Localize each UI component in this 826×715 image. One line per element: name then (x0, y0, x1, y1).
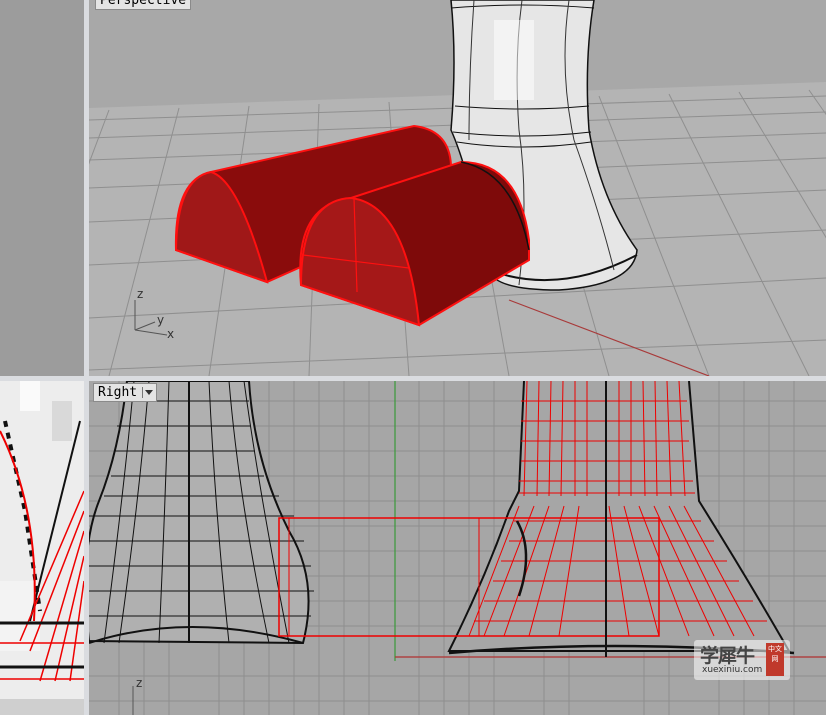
perspective-scene: z y x (89, 0, 826, 376)
bottom-left-scene (0, 381, 84, 715)
viewport-top-left[interactable] (0, 0, 84, 377)
black-wireframe-vase (89, 381, 314, 645)
right-axis-label-z: z (136, 676, 142, 690)
axis-label-z: z (137, 287, 143, 301)
viewport-perspective[interactable]: z y x Perspective (89, 0, 826, 376)
axis-label-x: x (167, 327, 174, 341)
watermark-brand: 学犀牛 (700, 645, 755, 667)
watermark-logo: 学犀牛 xuexiniu.com 中文网 (694, 640, 790, 680)
viewport-title-right-label: Right (98, 385, 138, 400)
red-wireframe-vase (278, 381, 795, 657)
viewport-splitter-horizontal[interactable] (0, 376, 826, 381)
watermark-site: xuexiniu.com (702, 665, 763, 675)
watermark-badge: 中文网 (766, 643, 784, 676)
chevron-down-icon[interactable] (142, 387, 154, 398)
viewport-title-right[interactable]: Right (93, 383, 158, 402)
viewport-title-perspective[interactable]: Perspective (95, 0, 192, 10)
viewport-splitter-vertical[interactable] (84, 0, 89, 715)
viewport-bottom-left[interactable] (0, 381, 84, 715)
axis-label-y: y (157, 313, 164, 327)
